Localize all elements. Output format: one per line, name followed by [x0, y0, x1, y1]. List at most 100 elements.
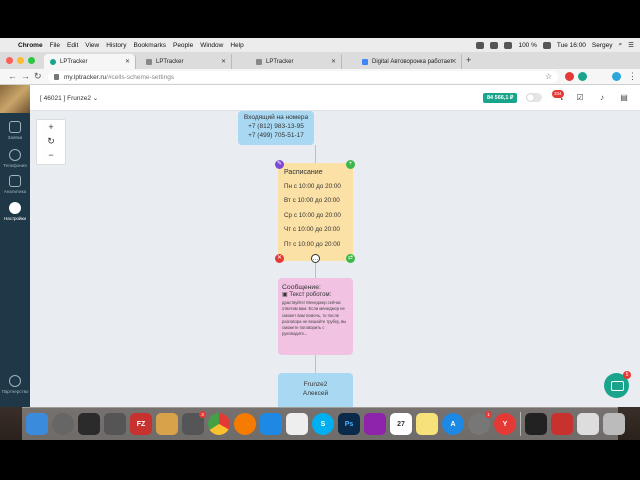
- slack-icon[interactable]: [286, 413, 308, 435]
- sidebar-item-analytics[interactable]: Аналитика: [0, 175, 30, 194]
- status-icon[interactable]: [490, 41, 499, 49]
- search-icon[interactable]: ⌕: [619, 41, 623, 49]
- close-window-button[interactable]: [6, 57, 13, 64]
- battery-label[interactable]: 100 %: [518, 42, 536, 49]
- tab-lptracker-2[interactable]: LPTracker ✕: [140, 54, 232, 69]
- tab-digital-autofunnel[interactable]: Digital Автоворонка работает : ✕: [356, 54, 462, 69]
- bell-icon[interactable]: ♪: [597, 93, 607, 103]
- message-node[interactable]: Сообщение: ▣ Текст роботом: драствуйте! …: [278, 278, 353, 355]
- clock[interactable]: Tue 16:00: [557, 42, 586, 49]
- add-node-icon[interactable]: +: [346, 160, 355, 169]
- extension-icon[interactable]: [565, 72, 574, 81]
- delete-node-icon[interactable]: ✕: [275, 254, 284, 263]
- bell-ringing-icon[interactable]: ◔: [556, 95, 566, 105]
- tab-label: LPTracker: [60, 58, 88, 65]
- terminal-icon[interactable]: [525, 413, 547, 435]
- menu-edit[interactable]: Edit: [67, 42, 78, 49]
- photoshop-icon[interactable]: Ps: [338, 413, 360, 435]
- address-bar[interactable]: my.lptracker.ru/#cells-scheme-settings: [48, 71, 558, 83]
- user-name[interactable]: Sergey: [592, 42, 613, 49]
- close-tab-icon[interactable]: ✕: [331, 58, 336, 65]
- menu-window[interactable]: Window: [200, 42, 223, 49]
- launchpad-icon[interactable]: [52, 413, 74, 435]
- firefox-icon[interactable]: [234, 413, 256, 435]
- tab-lptracker-1[interactable]: LPTracker ✕: [44, 54, 136, 69]
- sidebar-item-partnership[interactable]: Партнерство: [0, 375, 30, 394]
- sidebar-item-requests[interactable]: Заявки: [0, 121, 30, 140]
- link-node-icon[interactable]: ⇄: [346, 254, 355, 263]
- more-options-icon[interactable]: …: [311, 254, 320, 263]
- tasks-check-icon[interactable]: ☑: [575, 93, 585, 103]
- tab-lptracker-3[interactable]: LPTracker ✕: [250, 54, 342, 69]
- calendar-icon[interactable]: 27: [390, 413, 412, 435]
- filezilla-icon[interactable]: FZ: [130, 413, 152, 435]
- agent-title: Frunze2: [303, 381, 328, 388]
- zoom-in-button[interactable]: +: [37, 120, 65, 134]
- lock-icon[interactable]: [54, 74, 59, 80]
- wifi-icon[interactable]: [504, 41, 513, 49]
- app-store-icon[interactable]: A: [442, 413, 464, 435]
- scheme-canvas[interactable]: + ↻ − Входящий на номера +7 (812) 983-13…: [30, 111, 640, 407]
- schedule-row: Вт с 10:00 до 20:00: [284, 197, 340, 205]
- yandex-browser-icon[interactable]: Y: [494, 413, 516, 435]
- audio-app-icon[interactable]: [364, 413, 386, 435]
- sidebar-item-settings[interactable]: Настройки: [0, 202, 30, 221]
- close-tab-icon[interactable]: ✕: [125, 58, 130, 65]
- mission-control-icon[interactable]: [78, 413, 100, 435]
- user-avatar[interactable]: [0, 85, 30, 113]
- account-selector[interactable]: [ 46021 ] Frunze2 ⌄: [40, 94, 98, 102]
- list-icon[interactable]: ☰: [628, 41, 634, 49]
- schedule-row: Чт с 10:00 до 20:00: [284, 226, 340, 234]
- new-tab-button[interactable]: +: [466, 55, 471, 65]
- skype-icon[interactable]: S: [312, 413, 334, 435]
- extension-icon[interactable]: [612, 72, 621, 81]
- balance-badge[interactable]: 84 566,1 ₽: [483, 93, 518, 103]
- sequel-icon[interactable]: [156, 413, 178, 435]
- system-preferences-icon[interactable]: 1: [468, 411, 492, 435]
- extension-icon[interactable]: [578, 72, 587, 81]
- chat-widget-button[interactable]: 5: [604, 371, 631, 398]
- schedule-node[interactable]: Расписание Пн с 10:00 до 20:00 Вт с 10:0…: [278, 163, 353, 261]
- bookmark-star-icon[interactable]: ☆: [545, 72, 552, 81]
- status-icon[interactable]: [476, 41, 485, 49]
- app-icon[interactable]: 3: [182, 411, 206, 435]
- minimize-window-button[interactable]: [17, 57, 24, 64]
- system-app-icon[interactable]: [104, 413, 126, 435]
- tab-label: LPTracker: [156, 58, 184, 65]
- menu-history[interactable]: History: [106, 42, 126, 49]
- battery-icon[interactable]: [542, 41, 551, 49]
- incoming-call-node[interactable]: Входящий на номера +7 (812) 983-13-95 +7…: [238, 111, 314, 145]
- reload-button[interactable]: ↻: [34, 71, 42, 82]
- zoom-out-button[interactable]: −: [37, 148, 65, 162]
- incoming-title: Входящий на номера: [243, 114, 309, 121]
- menu-file[interactable]: File: [50, 42, 60, 49]
- chrome-menu-icon[interactable]: ⋮: [628, 71, 637, 82]
- trash-icon[interactable]: [603, 413, 625, 435]
- sidebar-item-telephony[interactable]: Телефония: [0, 149, 30, 168]
- menu-view[interactable]: View: [85, 42, 99, 49]
- settings-icon: [9, 202, 21, 214]
- chevron-down-icon: ⌄: [92, 95, 99, 102]
- edit-node-icon[interactable]: ✎: [275, 160, 284, 169]
- notes-icon[interactable]: [416, 413, 438, 435]
- chrome-icon[interactable]: [208, 413, 230, 435]
- menu-people[interactable]: People: [173, 42, 193, 49]
- dock-badge: 1: [485, 411, 492, 418]
- menu-help[interactable]: Help: [230, 42, 243, 49]
- zoom-window-button[interactable]: [28, 57, 35, 64]
- url-path: /#cells-scheme-settings: [106, 73, 175, 81]
- finder-icon[interactable]: [26, 413, 48, 435]
- telegram-icon[interactable]: [260, 413, 282, 435]
- zoom-reset-button[interactable]: ↻: [37, 134, 65, 148]
- menu-bookmarks[interactable]: Bookmarks: [133, 42, 166, 49]
- minimized-window-icon[interactable]: [551, 413, 573, 435]
- document-icon[interactable]: ▤: [619, 93, 629, 103]
- close-tab-icon[interactable]: ✕: [221, 58, 226, 65]
- back-button[interactable]: ←: [8, 71, 17, 81]
- close-tab-icon[interactable]: ✕: [451, 58, 456, 65]
- menu-app-name[interactable]: Chrome: [18, 42, 43, 49]
- status-toggle[interactable]: [526, 93, 542, 102]
- agent-node[interactable]: Frunze2 Алексей: [278, 373, 353, 407]
- downloads-icon[interactable]: [577, 413, 599, 435]
- forward-button[interactable]: →: [21, 71, 30, 81]
